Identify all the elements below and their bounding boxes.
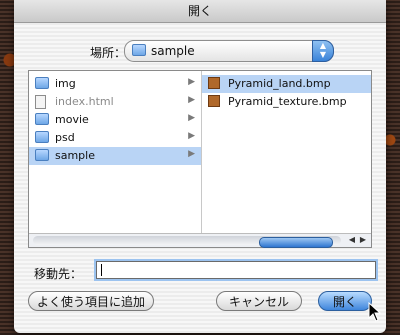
add-to-favorites-button[interactable]: よく使う項目に追加 xyxy=(28,291,154,311)
disclosure-arrow-icon: ▶ xyxy=(188,113,195,123)
folder-icon xyxy=(35,149,49,161)
item-label: index.html xyxy=(55,95,114,108)
cancel-button[interactable]: キャンセル xyxy=(216,291,302,311)
destination-field[interactable] xyxy=(96,261,376,279)
open-button[interactable]: 開く xyxy=(318,291,372,311)
popup-arrows-icon: ▲ ▼ xyxy=(312,40,334,62)
item-label: sample xyxy=(55,149,95,162)
item-label: psd xyxy=(55,131,75,144)
disclosure-arrow-icon: ▶ xyxy=(188,149,195,159)
horizontal-scrollbar[interactable]: ◀ ▶ xyxy=(29,233,371,248)
browser-column-1: img ▶ index.html ▶ movie ▶ psd ▶ sample xyxy=(29,71,202,233)
where-row: 場所： sample ▲ ▼ xyxy=(14,40,386,62)
folder-icon xyxy=(35,113,49,125)
scroll-left-icon[interactable]: ◀ xyxy=(349,235,355,244)
item-label: img xyxy=(55,77,76,90)
folder-icon xyxy=(35,77,49,89)
destination-label: 移動先： xyxy=(34,267,83,281)
list-item-index-html[interactable]: index.html ▶ xyxy=(29,93,201,111)
mouse-pointer-icon xyxy=(368,302,382,322)
where-label: 場所： xyxy=(90,46,127,60)
list-item-movie[interactable]: movie ▶ xyxy=(29,111,201,129)
location-popup[interactable]: sample ▲ ▼ xyxy=(124,40,334,62)
item-label: movie xyxy=(55,113,89,126)
scroll-track[interactable] xyxy=(33,236,341,248)
text-caret xyxy=(101,264,102,276)
bmp-file-icon xyxy=(208,77,220,89)
dialog-title: 開く xyxy=(14,0,386,23)
disclosure-arrow-icon: ▶ xyxy=(188,131,195,141)
list-item-psd[interactable]: psd ▶ xyxy=(29,129,201,147)
list-item-img[interactable]: img ▶ xyxy=(29,75,201,93)
item-label: Pyramid_texture.bmp xyxy=(228,95,347,108)
folder-icon xyxy=(35,131,49,143)
browser-column-2: Pyramid_land.bmp Pyramid_texture.bmp xyxy=(202,71,371,233)
open-dialog: 開く 場所： sample ▲ ▼ img ▶ index.html ▶ movi… xyxy=(14,0,386,333)
item-label: Pyramid_land.bmp xyxy=(228,77,331,90)
bmp-file-icon xyxy=(208,95,220,107)
disclosure-arrow-icon: ▶ xyxy=(188,77,195,87)
folder-icon xyxy=(132,44,146,56)
list-item-sample[interactable]: sample ▶ xyxy=(29,147,201,165)
list-item-pyramid-land[interactable]: Pyramid_land.bmp xyxy=(202,75,371,93)
file-browser: img ▶ index.html ▶ movie ▶ psd ▶ sample xyxy=(28,70,372,248)
document-icon xyxy=(35,95,46,109)
scroll-thumb[interactable] xyxy=(259,237,333,248)
list-item-pyramid-texture[interactable]: Pyramid_texture.bmp xyxy=(202,93,371,111)
location-value: sample xyxy=(151,44,195,58)
scroll-right-icon[interactable]: ▶ xyxy=(360,235,366,244)
disclosure-arrow-icon: ▶ xyxy=(188,95,195,105)
